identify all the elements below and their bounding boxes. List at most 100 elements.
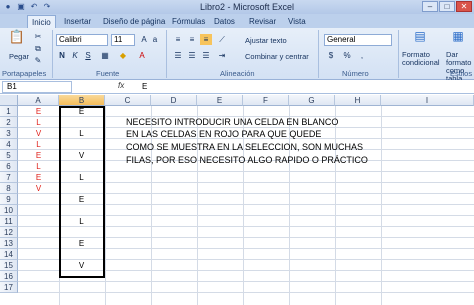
row-header[interactable]: 14 bbox=[0, 249, 18, 260]
save-icon[interactable]: ▣ bbox=[16, 2, 26, 12]
cell-a3[interactable]: V bbox=[18, 128, 59, 139]
row-header[interactable]: 11 bbox=[0, 216, 18, 227]
tab-datos[interactable]: Datos bbox=[210, 15, 239, 28]
cell-a6[interactable]: L bbox=[18, 161, 59, 172]
formula-input[interactable]: E bbox=[142, 82, 147, 91]
column-header-g[interactable]: G bbox=[289, 95, 335, 106]
font-name-box[interactable]: Calibri bbox=[56, 34, 108, 46]
paste-icon[interactable]: 📋 bbox=[6, 30, 28, 47]
row-header[interactable]: 5 bbox=[0, 150, 18, 161]
conditional-format-icon[interactable]: ▤ bbox=[410, 30, 430, 42]
row-header[interactable]: 4 bbox=[0, 139, 18, 150]
font-size-box[interactable]: 11 bbox=[111, 34, 135, 46]
name-box[interactable]: B1 bbox=[2, 81, 72, 93]
align-bottom-icon[interactable]: ≡ bbox=[200, 34, 212, 45]
cell-a2[interactable]: L bbox=[18, 117, 59, 128]
column-header-d[interactable]: D bbox=[151, 95, 197, 106]
font-color-icon[interactable]: A bbox=[136, 50, 148, 61]
tab-revisar[interactable]: Revisar bbox=[245, 15, 280, 28]
row-header[interactable]: 2 bbox=[0, 117, 18, 128]
window-title: Libro2 - Microsoft Excel bbox=[200, 2, 295, 12]
column-header-e[interactable]: E bbox=[197, 95, 243, 106]
row-header[interactable]: 8 bbox=[0, 183, 18, 194]
column-header-f[interactable]: F bbox=[243, 95, 289, 106]
format-table-icon[interactable]: ▦ bbox=[448, 30, 468, 42]
currency-icon[interactable]: $ bbox=[324, 50, 338, 61]
format-painter-icon[interactable]: ✎ bbox=[33, 55, 43, 66]
cell-a8[interactable]: V bbox=[18, 183, 59, 194]
row-header[interactable]: 16 bbox=[0, 271, 18, 282]
cell-a7[interactable]: E bbox=[18, 172, 59, 183]
tab-insertar[interactable]: Insertar bbox=[60, 15, 95, 28]
paste-label[interactable]: Pegar bbox=[9, 52, 29, 61]
tab-inicio[interactable]: Inicio bbox=[27, 15, 56, 28]
row-header[interactable]: 15 bbox=[0, 260, 18, 271]
column-header-b[interactable]: B bbox=[59, 95, 105, 106]
grow-font-icon[interactable]: A bbox=[139, 34, 149, 45]
grid-line bbox=[18, 281, 474, 282]
number-format-box[interactable]: General bbox=[324, 34, 392, 46]
formula-bar: B1 fx E bbox=[0, 80, 474, 94]
ribbon-tabs: Inicio Insertar Diseño de página Fórmula… bbox=[0, 14, 474, 28]
orientation-icon[interactable]: ⟋ bbox=[216, 34, 228, 45]
select-all-corner[interactable] bbox=[0, 95, 18, 106]
close-button[interactable]: ✕ bbox=[456, 1, 472, 12]
comma-style-icon[interactable]: , bbox=[356, 50, 368, 61]
align-right-icon[interactable]: ☰ bbox=[200, 50, 212, 61]
align-middle-icon[interactable]: ≡ bbox=[186, 34, 198, 45]
underline-icon[interactable]: S bbox=[83, 50, 93, 61]
copy-icon[interactable]: ⧉ bbox=[33, 43, 43, 54]
italic-icon[interactable]: K bbox=[70, 50, 80, 61]
cut-icon[interactable]: ✂ bbox=[33, 31, 43, 42]
column-header-c[interactable]: C bbox=[105, 95, 151, 106]
number-group-label: Número bbox=[342, 69, 369, 78]
office-button-icon[interactable]: ● bbox=[3, 2, 13, 12]
align-left-icon[interactable]: ☰ bbox=[172, 50, 184, 61]
fill-color-icon[interactable]: ◆ bbox=[117, 50, 129, 61]
separator bbox=[398, 30, 399, 78]
align-center-icon[interactable]: ☰ bbox=[186, 50, 198, 61]
borders-icon[interactable]: ▦ bbox=[99, 50, 111, 61]
row-header[interactable]: 12 bbox=[0, 227, 18, 238]
column-header-a[interactable]: A bbox=[18, 95, 59, 106]
wrap-text-button[interactable]: Ajustar texto bbox=[245, 36, 287, 45]
note-line: COMO SE MUESTRA EN LA SELECCION, SON MUC… bbox=[126, 142, 364, 152]
clipboard-group-label: Portapapeles bbox=[2, 69, 47, 78]
bold-icon[interactable]: N bbox=[57, 50, 67, 61]
undo-icon[interactable]: ↶ bbox=[29, 2, 39, 12]
cell-a1[interactable]: E bbox=[18, 106, 59, 117]
shrink-font-icon[interactable]: a bbox=[150, 34, 160, 45]
row-header[interactable]: 17 bbox=[0, 282, 18, 293]
row-header[interactable]: 10 bbox=[0, 205, 18, 216]
grid-line bbox=[18, 292, 474, 293]
row-header[interactable]: 6 bbox=[0, 161, 18, 172]
quick-access-toolbar: ● ▣ ↶ ↷ bbox=[3, 1, 52, 13]
alignment-group-label: Alineación bbox=[220, 69, 255, 78]
maximize-button[interactable]: □ bbox=[439, 1, 455, 12]
note-line: EN LAS CELDAS EN ROJO PARA QUE QUEDE bbox=[126, 129, 322, 139]
cell-a5[interactable]: E bbox=[18, 150, 59, 161]
row-header[interactable]: 3 bbox=[0, 128, 18, 139]
merge-center-button[interactable]: Combinar y centrar bbox=[245, 52, 309, 61]
grid-line bbox=[381, 106, 382, 305]
row-header[interactable]: 7 bbox=[0, 172, 18, 183]
column-header-h[interactable]: H bbox=[335, 95, 381, 106]
row-header[interactable]: 9 bbox=[0, 194, 18, 205]
row-header[interactable]: 13 bbox=[0, 238, 18, 249]
percent-icon[interactable]: % bbox=[340, 50, 354, 61]
tab-diseno-pagina[interactable]: Diseño de página bbox=[99, 15, 169, 28]
indent-icon[interactable]: ⇥ bbox=[216, 50, 228, 61]
tab-formulas[interactable]: Fórmulas bbox=[168, 15, 209, 28]
redo-icon[interactable]: ↷ bbox=[42, 2, 52, 12]
tab-vista[interactable]: Vista bbox=[284, 15, 310, 28]
column-header-i[interactable]: I bbox=[381, 95, 474, 106]
minimize-button[interactable]: – bbox=[422, 1, 438, 12]
format-table-label[interactable]: Dar formato como tabla bbox=[446, 51, 474, 83]
cell-a4[interactable]: L bbox=[18, 139, 59, 150]
align-top-icon[interactable]: ≡ bbox=[172, 34, 184, 45]
fx-icon[interactable]: fx bbox=[118, 81, 124, 90]
row-header[interactable]: 1 bbox=[0, 106, 18, 117]
conditional-format-label[interactable]: Formato condicional bbox=[402, 51, 442, 67]
note-line: FILAS, POR ESO NECESITO ALGO RAPIDO O PR… bbox=[126, 155, 368, 165]
styles-group-label: Estilos bbox=[450, 69, 473, 78]
